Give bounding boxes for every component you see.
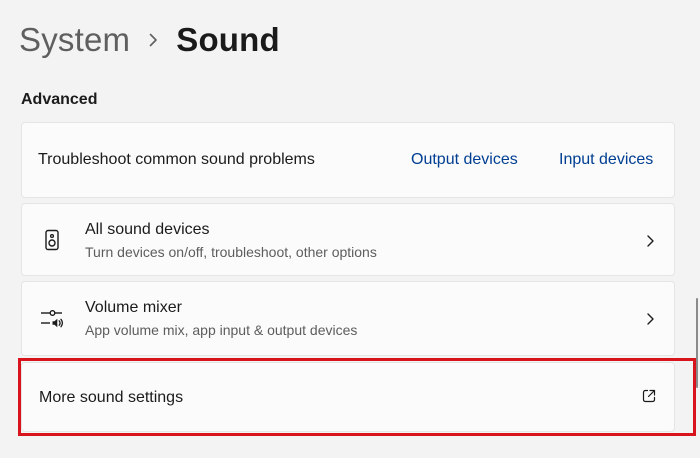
- volume-mixer-subtitle: App volume mix, app input & output devic…: [85, 322, 358, 338]
- troubleshoot-label: Troubleshoot common sound problems: [38, 151, 315, 168]
- input-devices-link[interactable]: Input devices: [559, 151, 653, 169]
- chevron-right-icon: [644, 233, 656, 249]
- more-sound-settings-row[interactable]: More sound settings: [21, 362, 675, 432]
- breadcrumb: System Sound: [19, 18, 280, 62]
- more-sound-settings-label: More sound settings: [39, 389, 184, 406]
- volume-mixer-row[interactable]: Volume mixer App volume mix, app input &…: [21, 281, 675, 356]
- volume-mixer-icon: [40, 306, 64, 330]
- page-title: Sound: [176, 21, 280, 58]
- scrollbar[interactable]: [696, 298, 698, 388]
- speaker-icon: [40, 228, 64, 252]
- breadcrumb-system[interactable]: System: [19, 18, 130, 62]
- chevron-right-icon: [130, 18, 176, 62]
- output-devices-link[interactable]: Output devices: [411, 151, 518, 169]
- all-sound-devices-row[interactable]: All sound devices Turn devices on/off, t…: [21, 203, 675, 276]
- external-link-icon: [641, 388, 657, 404]
- chevron-right-icon: [644, 311, 656, 327]
- troubleshoot-card: Troubleshoot common sound problems Outpu…: [21, 122, 675, 198]
- section-title-advanced: Advanced: [21, 91, 98, 108]
- volume-mixer-title: Volume mixer: [85, 299, 182, 316]
- all-sound-devices-title: All sound devices: [85, 221, 210, 238]
- all-sound-devices-subtitle: Turn devices on/off, troubleshoot, other…: [85, 244, 377, 260]
